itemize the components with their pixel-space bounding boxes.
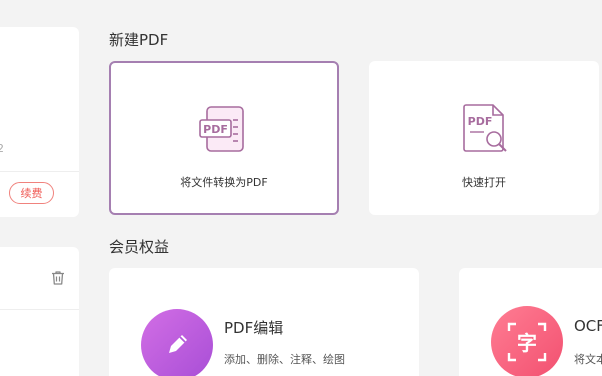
convert-label: 将文件转换为PDF <box>180 176 268 189</box>
ocr-text-icon: 字 <box>491 306 563 376</box>
recent-files-card <box>0 247 79 376</box>
quick-open-card[interactable]: PDF 快速打开 <box>369 61 599 215</box>
convert-to-pdf-card[interactable]: PDF 将文件转换为PDF <box>109 61 339 215</box>
svg-text:PDF: PDF <box>468 115 493 128</box>
convert-pdf-icon: PDF <box>199 106 244 152</box>
account-card: 2 续费 <box>0 27 79 217</box>
ocr-title: OCF <box>574 317 602 335</box>
trash-icon[interactable] <box>49 269 67 287</box>
pdf-edit-desc: 添加、删除、注释、绘图 <box>224 353 345 366</box>
quick-open-label: 快速打开 <box>462 176 506 189</box>
account-info-fragment: 2 <box>0 142 4 155</box>
new-pdf-section-title: 新建PDF <box>109 31 169 49</box>
pdf-edit-title: PDF编辑 <box>224 319 284 337</box>
ocr-benefit-card[interactable]: 字 OCF 将文本 <box>459 268 602 376</box>
svg-text:字: 字 <box>517 331 537 355</box>
member-benefits-section-title: 会员权益 <box>109 238 170 256</box>
divider <box>0 171 79 172</box>
renew-button[interactable]: 续费 <box>9 182 54 204</box>
pdf-edit-benefit-card[interactable]: PDF编辑 添加、删除、注释、绘图 <box>109 268 419 376</box>
ocr-desc: 将文本 <box>574 353 602 366</box>
divider <box>0 309 79 310</box>
pencil-icon <box>141 309 213 376</box>
quick-open-icon: PDF <box>463 104 507 152</box>
svg-text:PDF: PDF <box>203 123 228 136</box>
